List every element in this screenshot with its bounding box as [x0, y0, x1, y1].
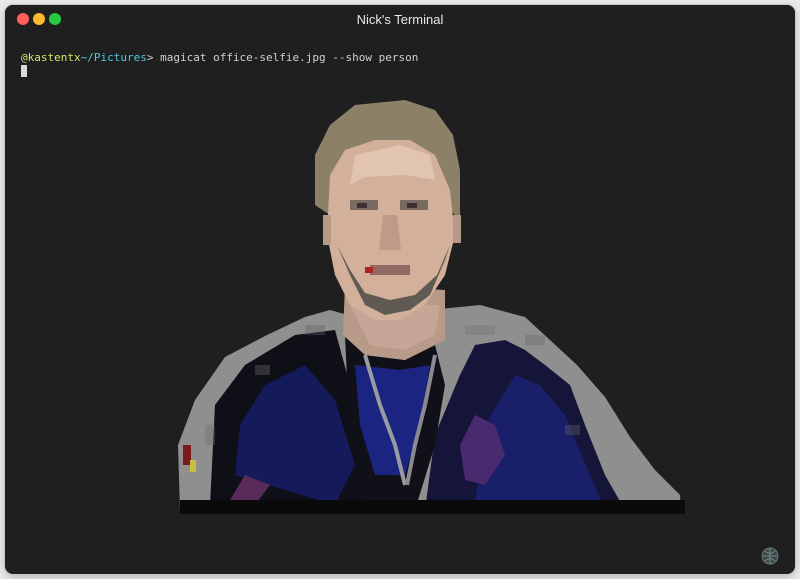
ascii-image-output — [178, 100, 685, 514]
portrait-head — [315, 100, 461, 320]
terminal-window: Nick's Terminal @kastentx~/Pictures> mag… — [5, 5, 795, 574]
globe-badge-icon — [761, 547, 779, 565]
